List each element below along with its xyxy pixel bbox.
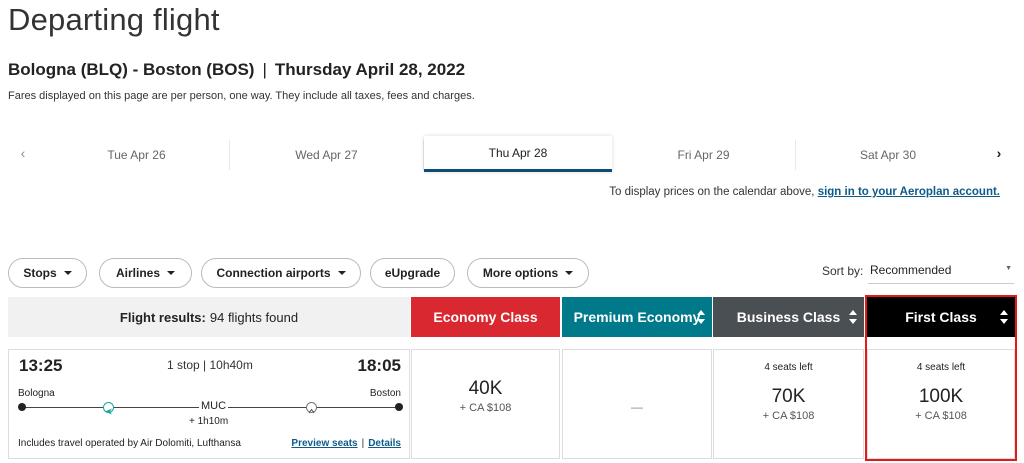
page-title: Departing flight (8, 2, 220, 37)
eupgrade-filter-button[interactable]: eUpgrade (370, 258, 455, 288)
route-heading: Bologna (BLQ) - Boston (BOS) | Thursday Ap… (8, 60, 465, 80)
date-tab-thu-apr-28[interactable]: Thu Apr 28 (424, 136, 612, 172)
cabin-header-first[interactable]: First Class (867, 297, 1015, 337)
sort-by-value: Recommended (870, 262, 952, 277)
date-carousel: ‹ Tue Apr 26 Wed Apr 27 Thu Apr 28 Fri A… (8, 136, 1014, 172)
chevron-down-icon (565, 271, 574, 275)
date-tab-sat-apr-30[interactable]: Sat Apr 30 (796, 140, 980, 170)
sort-icon (697, 309, 705, 325)
fare-cell-premium-economy: — (562, 349, 712, 459)
air-dolomiti-logo-icon (103, 402, 114, 415)
business-points: 70K (771, 386, 806, 407)
route-airports: Bologna (BLQ) - Boston (BOS) (8, 60, 255, 79)
first-points: 100K (918, 386, 964, 407)
cabin-header-economy-label: Economy Class (433, 309, 538, 325)
fare-cell-economy[interactable]: 40K + CA $108 (411, 349, 560, 459)
results-count: 94 flights found (209, 309, 299, 325)
eupgrade-filter-label: eUpgrade (384, 266, 441, 280)
chevron-down-icon (337, 271, 346, 275)
business-cash: + CA $108 (762, 410, 815, 422)
destination-city: Boston (369, 388, 401, 399)
results-header: Flight results: 94 flights found (8, 297, 410, 337)
results-label: Flight results: (119, 309, 206, 325)
business-seats-left: 4 seats left (764, 362, 813, 373)
fare-note: Fares displayed on this page are per per… (8, 90, 475, 102)
airlines-filter-label: Airlines (115, 266, 160, 280)
cabin-header-business[interactable]: Business Class (713, 297, 864, 337)
cabin-header-business-label: Business Class (736, 309, 841, 325)
economy-cash: + CA $108 (459, 402, 512, 414)
first-seats-left: 4 seats left (916, 362, 966, 373)
date-tab-fri-apr-29[interactable]: Fri Apr 29 (612, 140, 796, 170)
sort-icon (849, 309, 857, 325)
aeroplan-note: To display prices on the calendar above,… (609, 186, 1000, 198)
preview-seats-link[interactable]: Preview seats (291, 438, 357, 449)
premium-economy-unavailable: — (631, 400, 643, 414)
route-date: Thursday April 28, 2022 (274, 60, 466, 79)
cabin-header-premium-economy-label: Premium Economy (573, 309, 701, 325)
operated-by-note: Includes travel operated by Air Dolomiti… (18, 438, 241, 449)
date-tab-tue-apr-26[interactable]: Tue Apr 26 (44, 140, 230, 170)
date-tab-wed-apr-27[interactable]: Wed Apr 27 (230, 140, 424, 170)
flight-links: Preview seats | Details (291, 438, 401, 449)
cabin-header-premium-economy[interactable]: Premium Economy (562, 297, 712, 337)
dropdown-arrow-icon: ▼ (1005, 265, 1012, 272)
departure-time: 13:25 (19, 356, 63, 375)
link-separator: | (361, 438, 365, 449)
destination-dot (395, 403, 403, 411)
flight-card: 13:25 1 stop | 10h40m 18:05 Bologna Bost… (8, 349, 410, 459)
aeroplan-note-text: To display prices on the calendar above, (609, 186, 818, 198)
chevron-down-icon (167, 271, 175, 275)
route-separator: | (262, 60, 267, 79)
aeroplan-sign-in-link[interactable]: sign in to your Aeroplan account. (818, 186, 1000, 198)
connection-airports-filter-button[interactable]: Connection airports (201, 258, 361, 288)
economy-points: 40K (468, 378, 503, 399)
connection-airports-filter-label: Connection airports (216, 266, 331, 280)
details-link[interactable]: Details (368, 438, 401, 449)
arrival-time: 18:05 (357, 356, 401, 375)
stops-filter-button[interactable]: Stops (8, 258, 87, 288)
prev-date-arrow-icon[interactable]: ‹ (8, 136, 38, 170)
origin-dot (18, 403, 26, 411)
origin-city: Bologna (18, 388, 55, 399)
connection-airport: MUC (199, 400, 229, 412)
first-cash: + CA $108 (915, 410, 967, 422)
stops-filter-label: Stops (23, 266, 57, 280)
fare-cell-business[interactable]: 4 seats left 70K + CA $108 (713, 349, 864, 459)
cabin-header-economy[interactable]: Economy Class (411, 297, 560, 337)
lufthansa-logo-icon (306, 402, 317, 414)
sort-by-select[interactable]: Recommended ▼ (868, 256, 1014, 284)
next-date-arrow-icon[interactable]: › (984, 136, 1014, 170)
chevron-down-icon (63, 271, 72, 275)
airlines-filter-button[interactable]: Airlines (99, 258, 192, 288)
layover-duration: + 1h10m (189, 416, 229, 427)
more-options-filter-button[interactable]: More options (467, 258, 589, 288)
sort-by-label: Sort by: (822, 264, 864, 278)
flight-summary: 1 stop | 10h40m (167, 358, 253, 372)
fare-cell-first[interactable]: 4 seats left 100K + CA $108 (867, 349, 1015, 459)
cabin-header-first-label: First Class (905, 309, 977, 325)
sort-icon (1000, 309, 1008, 325)
more-options-filter-label: More options (482, 266, 559, 280)
